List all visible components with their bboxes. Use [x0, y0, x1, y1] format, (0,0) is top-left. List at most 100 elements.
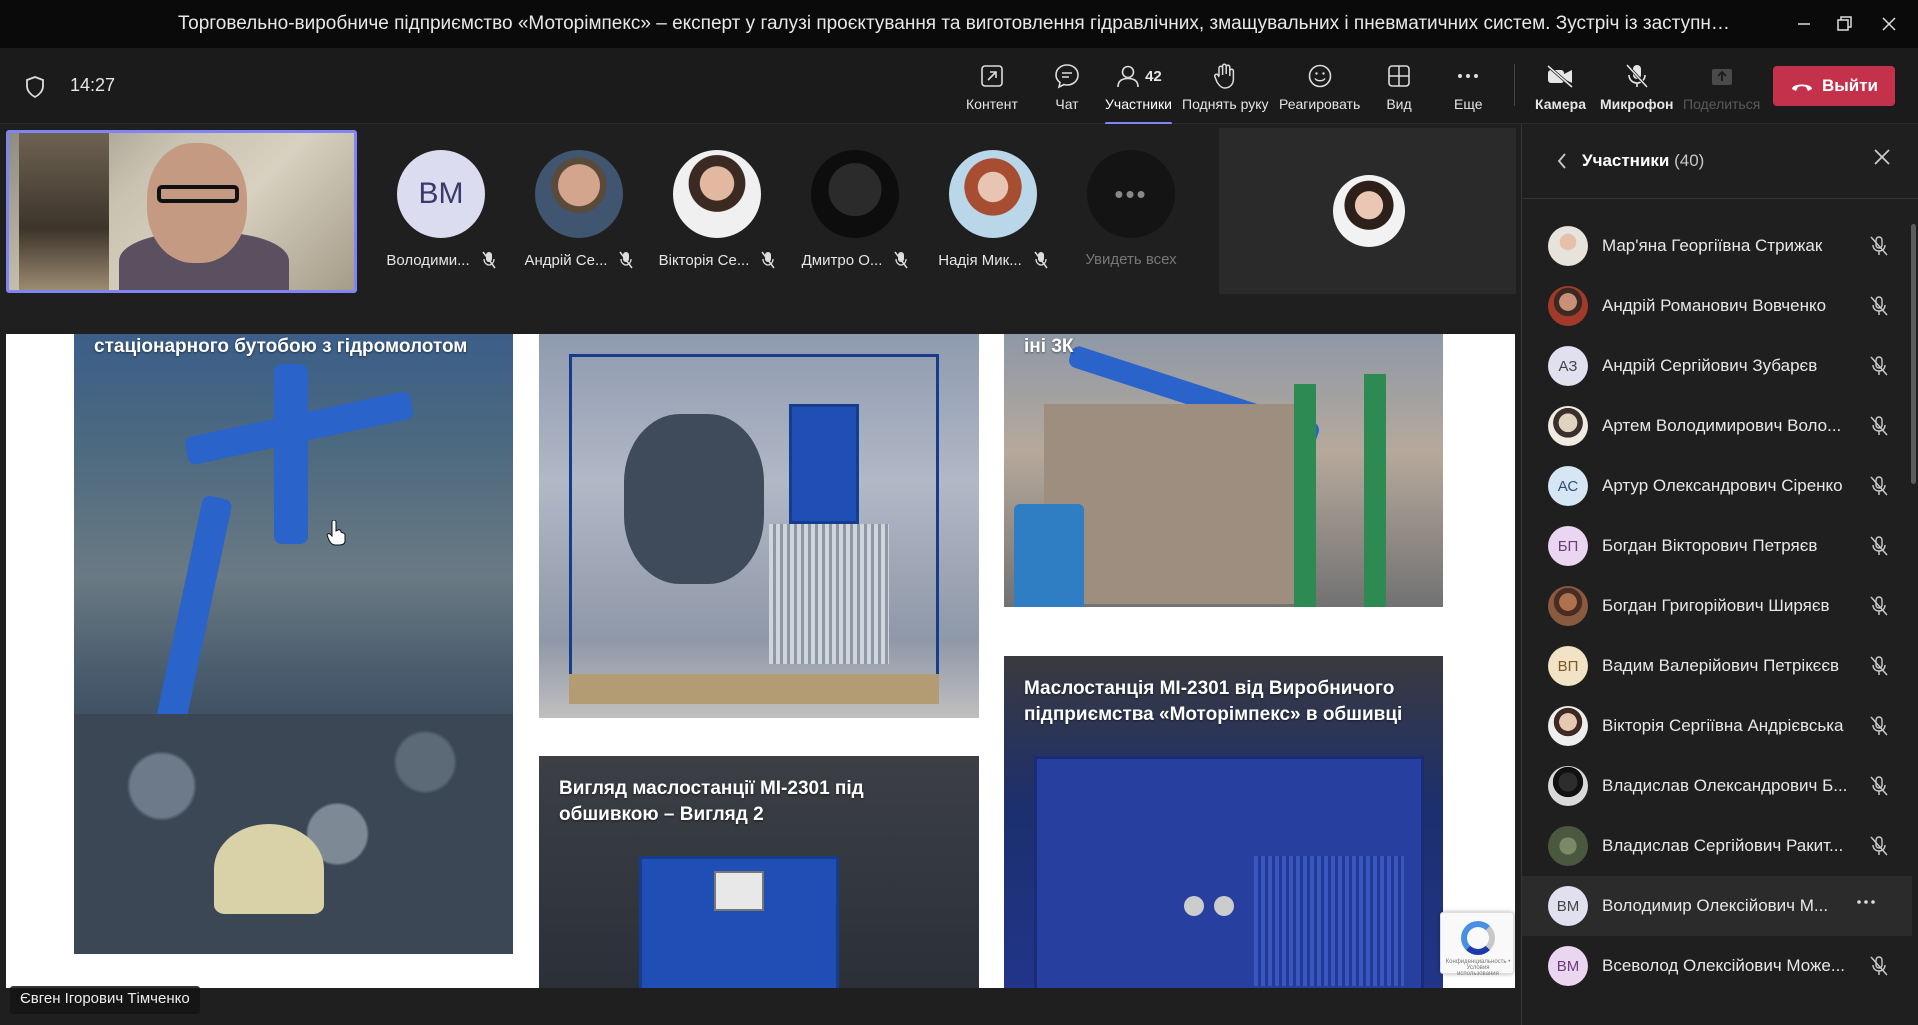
avatar: ВП [1548, 646, 1588, 686]
recaptcha-text: Конфиденциальность • Условия использован… [1445, 959, 1511, 977]
avatar [1548, 586, 1588, 626]
hand-icon [1214, 63, 1235, 89]
machine-pump [624, 414, 764, 584]
avatar [1548, 406, 1588, 446]
close-icon[interactable] [1873, 148, 1891, 166]
content-button[interactable]: Контент [966, 60, 1018, 120]
raise-hand-button[interactable]: Поднять руку [1182, 60, 1269, 120]
raise-hand-label: Поднять руку [1182, 96, 1269, 112]
more-label: Еще [1454, 96, 1483, 112]
avatar [1548, 826, 1588, 866]
list-item[interactable]: Артем Володимирович Воло... [1522, 396, 1912, 456]
scrollbar[interactable] [1911, 224, 1916, 484]
participant-list: Мар'яна Георгіївна Стрижак Андрій Романо… [1522, 216, 1912, 996]
list-item[interactable]: Владислав Сергійович Ракит... [1522, 816, 1912, 876]
avatar: ВМ [1548, 946, 1588, 986]
panel-header: Участники (40) [1522, 124, 1918, 199]
close-icon [1882, 17, 1896, 31]
machine-tank [789, 404, 859, 524]
react-button[interactable]: Реагировать [1279, 60, 1360, 120]
window-title: Торговельно-виробниче підприємство «Мото… [178, 13, 1738, 34]
gallery-tile[interactable]: Надія Мик... [933, 150, 1053, 290]
more-options-icon[interactable] [1856, 892, 1876, 912]
list-item[interactable]: Владислав Олександрович Б... [1522, 756, 1912, 816]
mic-off-icon [761, 251, 775, 269]
mic-off-icon [1870, 476, 1888, 496]
recaptcha-badge[interactable]: Конфиденциальность • Условия использован… [1440, 912, 1514, 977]
list-item[interactable]: АС Артур Олександрович Сіренко [1522, 456, 1912, 516]
hand-cursor-icon [326, 520, 346, 546]
video-tile[interactable] [1219, 128, 1516, 294]
mic-off-icon [1870, 656, 1888, 676]
participants-count: 42 [1145, 67, 1162, 85]
hammer-dome [214, 824, 324, 914]
avatar: ВМ [1548, 886, 1588, 926]
meeting-toolbar: 14:27 Контент Чат 42 Участники Поднять р… [0, 48, 1918, 125]
mic-off-icon [894, 251, 908, 269]
microphone-button[interactable]: Микрофон [1600, 60, 1673, 120]
excavator-photo: стаціонарного бутобою з гідромолотом [74, 334, 513, 954]
camera-button[interactable]: Камера [1535, 60, 1586, 120]
panel-title: Участники (40) [1582, 151, 1704, 171]
excavator-cab [274, 364, 308, 544]
view-button[interactable]: Вид [1386, 60, 1412, 120]
list-item[interactable]: Мар'яна Георгіївна Стрижак [1522, 216, 1912, 276]
electrical-box [714, 871, 764, 911]
list-item[interactable]: ВМ Володимир Олексійович М... [1522, 876, 1912, 936]
avatar: АЗ [1548, 346, 1588, 386]
more-icon [1458, 74, 1479, 78]
more-button[interactable]: Еще [1454, 60, 1483, 120]
grid-view-icon [1388, 65, 1410, 87]
avatar [811, 150, 899, 238]
gallery-tile[interactable]: Вікторія Се... [657, 150, 777, 290]
gallery-tile[interactable]: Дмитро О... [795, 150, 915, 290]
leave-button[interactable]: Выйти [1773, 66, 1895, 106]
list-item[interactable]: БП Богдан Вікторович Петряєв [1522, 516, 1912, 576]
gallery-tile[interactable]: Андрій Се... [519, 150, 639, 290]
chat-button[interactable]: Чат [1053, 60, 1081, 120]
avatar [1548, 286, 1588, 326]
avatar [1548, 766, 1588, 806]
mic-off-icon [1870, 536, 1888, 556]
avatar [949, 150, 1037, 238]
close-window-button[interactable] [1860, 0, 1918, 48]
participant-name: Всеволод Олексійович Може... [1602, 956, 1846, 975]
pallet [569, 674, 939, 704]
share-button[interactable]: Поделиться [1683, 60, 1760, 120]
machine-radiator [769, 524, 889, 664]
title-bar: Торговельно-виробниче підприємство «Мото… [0, 0, 1918, 48]
list-item[interactable]: Вікторія Сергіївна Андрієвська [1522, 696, 1912, 756]
avatar [1548, 226, 1588, 266]
recaptcha-icon [1461, 921, 1495, 955]
portable-toilet [1014, 504, 1084, 607]
list-item[interactable]: Андрій Романович Вовченко [1522, 276, 1912, 336]
video-person-glasses [157, 185, 239, 203]
mic-off-icon [619, 251, 634, 269]
participants-label: Участники [1105, 96, 1172, 112]
participants-button[interactable]: 42 Участники [1105, 60, 1172, 125]
vent-grille [1254, 856, 1404, 986]
list-item[interactable]: АЗ Андрій Сергійович Зубарєв [1522, 336, 1912, 396]
participant-name: Андрій Се... [524, 251, 608, 269]
leave-label: Выйти [1821, 76, 1879, 95]
panel-caption: стаціонарного бутобою з гідромолотом [94, 336, 468, 357]
list-item[interactable]: ВМ Всеволод Олексійович Може... [1522, 936, 1912, 996]
shared-screen: стаціонарного бутобою з гідромолотом іні… [6, 334, 1515, 988]
smiley-icon [1308, 64, 1331, 88]
oil-station-inside-photo: Вигляд маслостанції МІ-2301 під обшивкою… [539, 756, 979, 988]
background-shelf [19, 133, 109, 290]
list-item[interactable]: Богдан Григорійович Ширяєв [1522, 576, 1912, 636]
camera-label: Камера [1535, 96, 1586, 112]
participant-name: Володими... [386, 251, 470, 269]
shield-icon [26, 76, 44, 99]
chevron-left-icon[interactable] [1556, 152, 1568, 170]
mic-off-icon [482, 251, 496, 269]
share-tray-icon [1711, 69, 1732, 85]
meeting-timer: 14:27 [70, 75, 116, 95]
participants-panel: Участники (40) Мар'яна Георгіївна Стрижа… [1521, 124, 1918, 1025]
list-item[interactable]: ВП Вадим Валерійович Петрікєєв [1522, 636, 1912, 696]
gallery-tile[interactable]: ВМ Володими... [381, 150, 501, 290]
see-all-button[interactable]: ••• Увидеть всех [1071, 150, 1191, 290]
self-video-tile[interactable] [6, 130, 357, 293]
oil-station-cased-photo: Маслостанція МІ-2301 від Виробничого під… [1004, 656, 1443, 988]
